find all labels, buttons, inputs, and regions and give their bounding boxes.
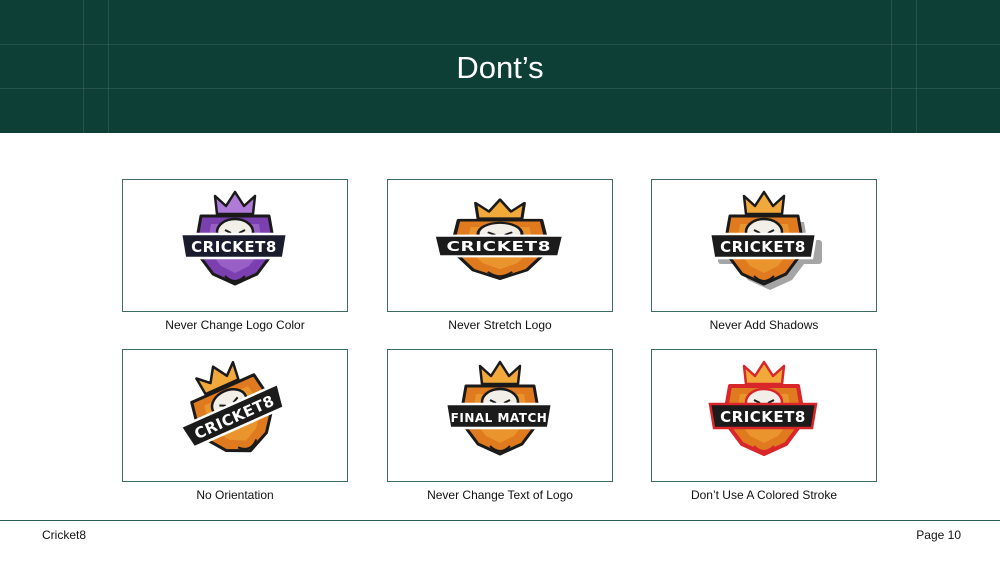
- logo-card-stroke: CRICKET8: [651, 349, 877, 482]
- cricket8-logo-icon: CRICKET8: [708, 360, 818, 456]
- slide-header: Dont’s: [0, 0, 1000, 133]
- logo-wordmark: CRICKET8: [191, 238, 277, 256]
- logo-card-color: CRICKET8: [122, 179, 348, 312]
- card-caption: Don’t Use A Colored Stroke: [690, 488, 838, 502]
- card-caption: Never Change Logo Color: [165, 318, 305, 332]
- logo-card-shadow: CRICKET8: [651, 179, 877, 312]
- logo-wordmark: FINAL MATCH: [451, 411, 548, 425]
- logo-wordmark: CRICKET8: [720, 238, 806, 256]
- slide-title: Dont’s: [456, 50, 544, 85]
- card-caption: Never Change Text of Logo: [427, 488, 573, 502]
- cricket8-logo-icon: CRICKET8: [179, 190, 289, 286]
- cricket8-logo-icon: FINAL MATCH: [444, 360, 554, 456]
- cricket8-logo-icon: CRICKET8: [432, 198, 566, 280]
- logo-card-text: FINAL MATCH: [387, 349, 613, 482]
- logo-card-stretch: CRICKET8: [387, 179, 613, 312]
- page-number: Page 10: [916, 528, 961, 542]
- header-grid-line: [0, 44, 1000, 45]
- logo-wordmark: CRICKET8: [447, 239, 552, 254]
- cricket8-logo-icon: CRICKET8: [178, 360, 286, 453]
- card-caption: Never Add Shadows: [709, 318, 819, 332]
- card-caption: No Orientation: [196, 488, 274, 502]
- footer-divider: [0, 520, 1000, 521]
- logo-wordmark: CRICKET8: [720, 408, 806, 426]
- cricket8-logo-icon: CRICKET8: [708, 190, 822, 290]
- card-caption: Never Stretch Logo: [448, 318, 552, 332]
- logo-card-orientation: CRICKET8: [122, 349, 348, 482]
- header-grid-line: [0, 88, 1000, 89]
- footer-brand: Cricket8: [42, 528, 87, 542]
